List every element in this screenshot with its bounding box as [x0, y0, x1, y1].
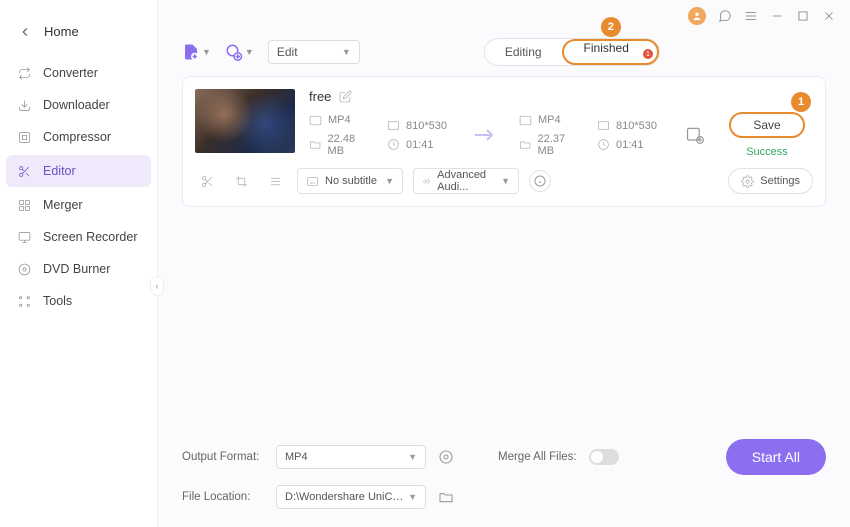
edit-mode-select[interactable]: Edit ▼: [268, 40, 360, 64]
audio-select[interactable]: Advanced Audi... ▼: [413, 168, 519, 194]
audio-icon: [422, 175, 431, 188]
clock-icon: [597, 138, 610, 151]
step-badge-1: 1: [791, 92, 811, 112]
chevron-down-icon: ▼: [245, 47, 254, 57]
chevron-down-icon: ▼: [408, 492, 417, 502]
sidebar-item-editor[interactable]: Editor: [6, 155, 151, 187]
file-card: free MP4 22.48 MB 810*530 01:41: [182, 76, 826, 207]
window-maximize[interactable]: [796, 9, 810, 23]
tab-finished[interactable]: Finished 1: [564, 41, 657, 55]
account-avatar[interactable]: [688, 7, 706, 25]
sidebar-item-downloader[interactable]: Downloader: [0, 89, 157, 121]
sidebar-item-screen-recorder[interactable]: Screen Recorder: [0, 221, 157, 253]
add-file-button[interactable]: ▼: [182, 43, 211, 61]
sidebar-item-tools[interactable]: Tools: [0, 285, 157, 317]
chevron-down-icon: ▼: [342, 47, 351, 57]
format-settings-icon[interactable]: [438, 449, 454, 465]
video-thumbnail[interactable]: [195, 89, 295, 153]
chevron-down-icon: ▼: [501, 176, 510, 186]
sidebar-item-compressor[interactable]: Compressor: [0, 121, 157, 153]
tab-editing[interactable]: Editing: [485, 39, 562, 65]
open-folder-icon[interactable]: [438, 489, 454, 505]
sidebar-item-label: Compressor: [43, 130, 111, 144]
sidebar-item-merger[interactable]: Merger: [0, 189, 157, 221]
chevron-down-icon: ▼: [408, 452, 417, 462]
clock-icon: [387, 138, 400, 151]
home-label: Home: [44, 24, 79, 39]
video-icon: [309, 114, 322, 127]
sidebar-item-label: Merger: [43, 198, 83, 212]
window-minimize[interactable]: [770, 9, 784, 23]
folder-icon: [309, 138, 322, 151]
edit-mode-label: Edit: [277, 45, 298, 59]
trim-button[interactable]: [195, 169, 219, 193]
start-all-button[interactable]: Start All: [726, 439, 826, 475]
subtitle-select[interactable]: No subtitle ▼: [297, 168, 403, 194]
menu-icon[interactable]: [744, 9, 758, 23]
gear-icon: [741, 175, 754, 188]
sidebar-item-converter[interactable]: Converter: [0, 57, 157, 89]
crop-button[interactable]: [229, 169, 253, 193]
effects-button[interactable]: [263, 169, 287, 193]
video-icon: [519, 114, 532, 127]
file-location-label: File Location:: [182, 491, 264, 503]
sidebar-item-dvd-burner[interactable]: DVD Burner: [0, 253, 157, 285]
output-format-select[interactable]: MP4 ▼: [276, 445, 426, 469]
merge-label: Merge All Files:: [498, 451, 577, 463]
sidebar-item-label: Editor: [43, 164, 76, 178]
sidebar-item-label: Tools: [43, 294, 72, 308]
chevron-down-icon: ▼: [385, 176, 394, 186]
info-button[interactable]: [529, 170, 551, 192]
file-name: free: [309, 89, 331, 104]
finished-count-badge: 1: [643, 49, 653, 59]
arrow-right-icon: [473, 127, 497, 143]
status-text: Success: [746, 146, 788, 158]
save-button[interactable]: Save: [729, 112, 805, 138]
output-format-label: Output Format:: [182, 451, 264, 463]
step-badge-2: 2: [601, 17, 621, 37]
folder-icon: [519, 138, 532, 151]
file-location-select[interactable]: D:\Wondershare UniConverter 1 ▼: [276, 485, 426, 509]
sidebar-collapse-handle[interactable]: ‹: [150, 276, 164, 296]
window-close[interactable]: [822, 9, 836, 23]
home-link[interactable]: Home: [0, 12, 157, 57]
sidebar-item-label: Screen Recorder: [43, 230, 138, 244]
resolution-icon: [597, 119, 610, 132]
output-settings-icon[interactable]: [685, 125, 705, 145]
sidebar-item-label: Converter: [43, 66, 98, 80]
settings-button[interactable]: Settings: [728, 168, 813, 194]
add-url-button[interactable]: ▼: [225, 43, 254, 61]
rename-icon[interactable]: [339, 90, 352, 103]
resolution-icon: [387, 119, 400, 132]
subtitle-icon: [306, 175, 319, 188]
merge-toggle[interactable]: [589, 449, 619, 465]
sidebar-item-label: Downloader: [43, 98, 110, 112]
sidebar-item-label: DVD Burner: [43, 262, 110, 276]
chevron-down-icon: ▼: [202, 47, 211, 57]
support-icon[interactable]: [718, 9, 732, 23]
